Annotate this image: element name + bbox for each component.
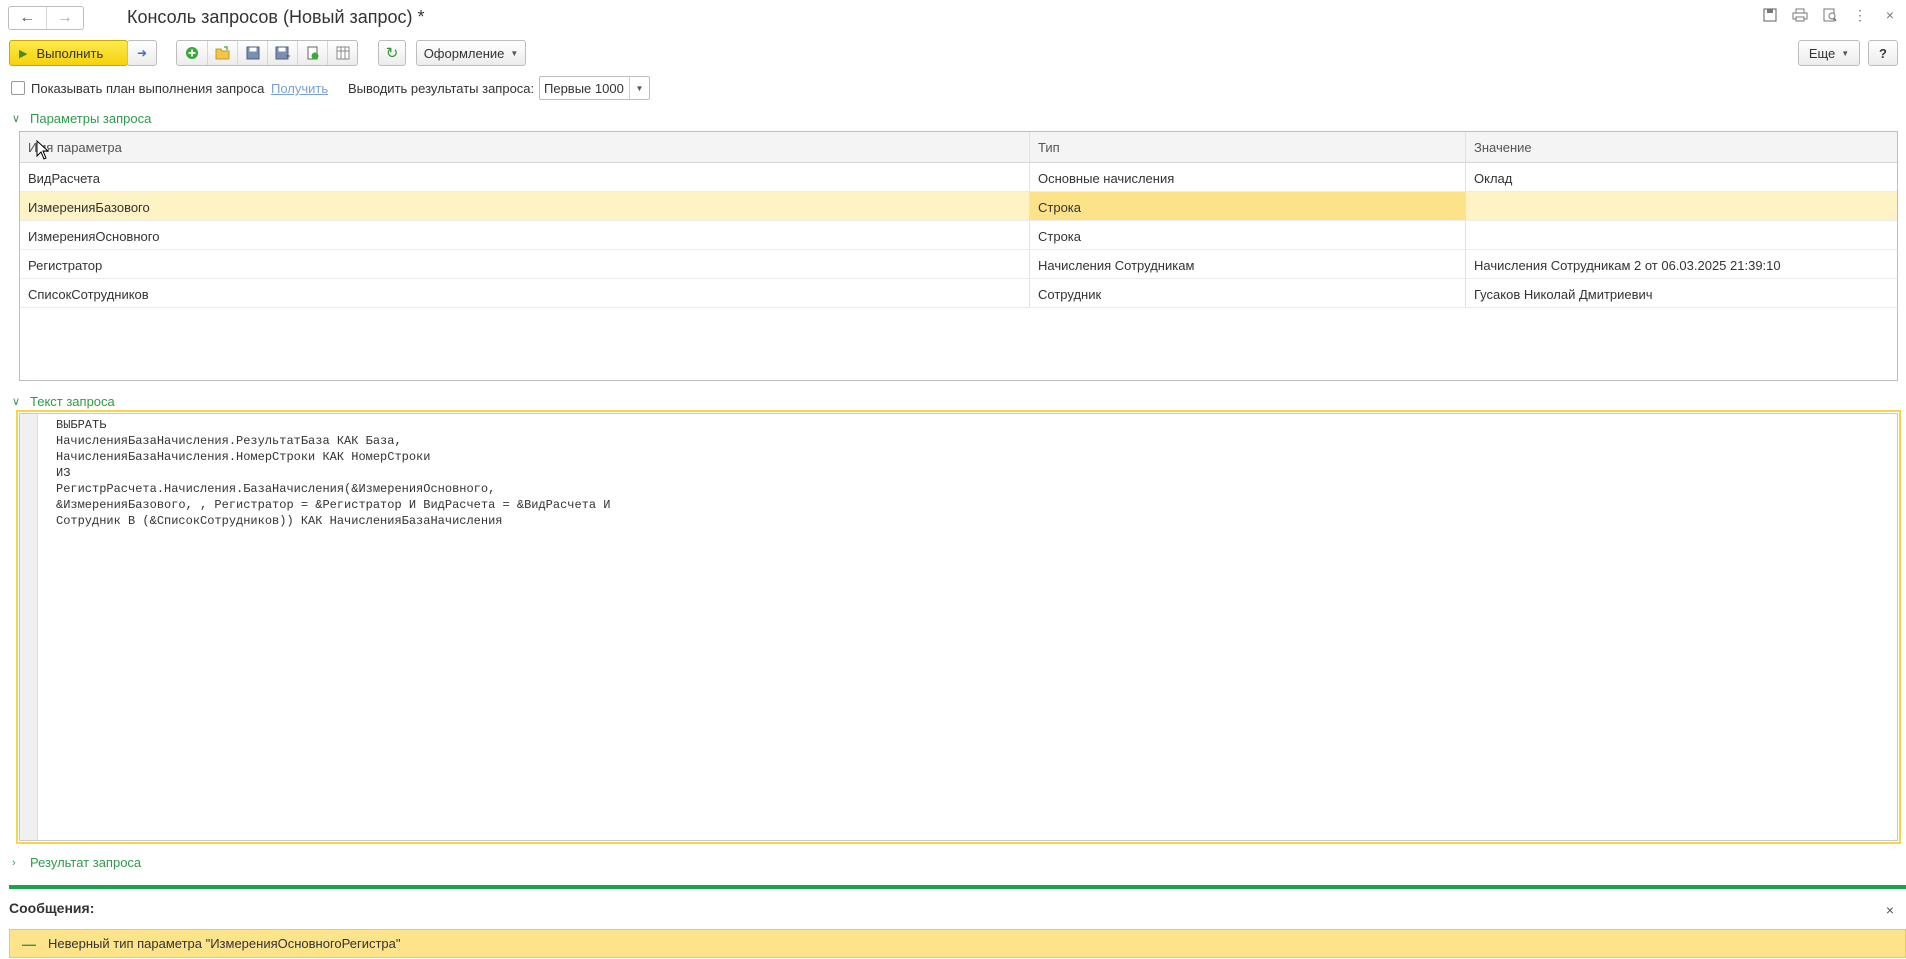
param-name[interactable]: ВидРасчета xyxy=(20,163,1030,191)
close-icon[interactable]: × xyxy=(1882,7,1898,23)
output-limit-value: Первые 1000 xyxy=(544,81,624,96)
close-icon[interactable]: × xyxy=(1886,902,1894,918)
chevron-down-icon: ∨ xyxy=(12,396,21,408)
param-name[interactable]: ИзмеренияБазового xyxy=(20,192,1030,220)
navigation-group: ← → xyxy=(8,6,84,30)
run-step-icon: ➜ xyxy=(136,46,148,60)
format-button-label: Оформление xyxy=(423,45,505,61)
query-section-title: Текст запроса xyxy=(30,394,115,409)
get-plan-link[interactable]: Получить xyxy=(271,81,328,96)
param-value[interactable] xyxy=(1466,192,1897,220)
chevron-down-icon: ∨ xyxy=(12,113,21,125)
result-section-header[interactable]: › Результат запроса xyxy=(12,855,141,870)
chevron-down-icon[interactable]: ▼ xyxy=(629,77,649,99)
param-name[interactable]: СписокСотрудников xyxy=(20,279,1030,307)
more-button-label: Еще xyxy=(1808,45,1836,61)
more-button[interactable]: Еще ▼ xyxy=(1798,40,1860,66)
help-button-label: ? xyxy=(1879,45,1887,61)
column-header-name[interactable]: Имя параметра xyxy=(20,132,1030,162)
query-section-header[interactable]: ∨ Текст запроса xyxy=(12,394,115,409)
param-name[interactable]: ИзмеренияОсновного xyxy=(20,221,1030,249)
column-header-value[interactable]: Значение xyxy=(1466,132,1897,162)
messages-divider xyxy=(9,885,1906,889)
column-header-type[interactable]: Тип xyxy=(1030,132,1466,162)
chevron-right-icon: › xyxy=(12,856,16,869)
table-row[interactable]: ИзмеренияБазового Строка xyxy=(20,192,1897,221)
chevron-down-icon: ▼ xyxy=(510,48,519,58)
back-arrow-icon[interactable]: ← xyxy=(9,7,46,29)
more-menu-icon[interactable]: ⋮ xyxy=(1852,7,1868,23)
param-type[interactable]: Строка xyxy=(1030,192,1466,220)
save-icon[interactable] xyxy=(1762,7,1778,23)
refresh-icon: ↻ xyxy=(385,45,399,62)
line-gutter xyxy=(20,414,38,840)
play-icon: ▶ xyxy=(19,47,28,60)
window-controls: ⋮ × xyxy=(1762,7,1898,23)
param-value[interactable] xyxy=(1466,221,1897,249)
params-section-header[interactable]: ∨ Параметры запроса xyxy=(12,111,151,126)
query-editor-area[interactable]: ВЫБРАТЬ НачисленияБазаНачисления.Результ… xyxy=(19,413,1898,841)
refresh-button[interactable]: ↻ xyxy=(378,40,406,66)
chevron-down-icon: ▼ xyxy=(1841,48,1850,58)
param-type[interactable]: Основные начисления xyxy=(1030,163,1466,191)
params-section-title: Параметры запроса xyxy=(30,111,152,126)
mouse-cursor-icon xyxy=(36,140,50,160)
open-folder-icon[interactable] xyxy=(207,41,237,65)
param-type[interactable]: Сотрудник xyxy=(1030,279,1466,307)
table-row[interactable]: СписокСотрудников Сотрудник Гусаков Нико… xyxy=(20,279,1897,308)
message-item[interactable]: — Неверный тип параметра "ИзмеренияОснов… xyxy=(9,929,1906,958)
show-plan-label: Показывать план выполнения запроса xyxy=(31,81,265,96)
param-value[interactable]: Гусаков Николай Дмитриевич xyxy=(1466,279,1897,307)
add-icon[interactable] xyxy=(177,41,207,65)
run-button[interactable]: ▶ Выполнить xyxy=(9,40,128,66)
preview-icon[interactable] xyxy=(1822,7,1838,23)
params-table: Имя параметра Тип Значение ВидРасчета Ос… xyxy=(19,131,1898,381)
param-name[interactable]: Регистратор xyxy=(20,250,1030,278)
table-icon[interactable] xyxy=(327,41,357,65)
save-file-icon[interactable] xyxy=(237,41,267,65)
output-limit-select[interactable]: Первые 1000 ▼ xyxy=(539,76,650,100)
print-icon[interactable] xyxy=(1792,7,1808,23)
table-header-row: Имя параметра Тип Значение xyxy=(20,132,1897,163)
run-button-label: Выполнить xyxy=(36,45,104,61)
param-value[interactable]: Начисления Сотрудникам 2 от 06.03.2025 2… xyxy=(1466,250,1897,278)
table-row[interactable]: ВидРасчета Основные начисления Оклад xyxy=(20,163,1897,192)
file-toolbar-group xyxy=(176,40,358,66)
messages-title: Сообщения: xyxy=(9,900,95,916)
param-type[interactable]: Строка xyxy=(1030,221,1466,249)
help-button[interactable]: ? xyxy=(1868,40,1898,66)
forward-arrow-icon[interactable]: → xyxy=(45,7,84,29)
table-row[interactable]: Регистратор Начисления Сотрудникам Начис… xyxy=(20,250,1897,279)
export-icon[interactable] xyxy=(297,41,327,65)
param-value[interactable]: Оклад xyxy=(1466,163,1897,191)
result-section-title: Результат запроса xyxy=(30,855,142,870)
message-text: Неверный тип параметра "ИзмеренияОсновно… xyxy=(48,936,401,951)
param-type[interactable]: Начисления Сотрудникам xyxy=(1030,250,1466,278)
format-dropdown-button[interactable]: Оформление ▼ xyxy=(416,40,526,66)
run-step-button[interactable]: ➜ xyxy=(127,40,157,66)
window-title: Консоль запросов (Новый запрос) * xyxy=(127,7,425,27)
save-as-icon[interactable] xyxy=(267,41,297,65)
show-plan-checkbox[interactable] xyxy=(11,81,25,95)
query-text[interactable]: ВЫБРАТЬ НачисленияБазаНачисления.Результ… xyxy=(56,417,611,529)
table-row[interactable]: ИзмеренияОсновного Строка xyxy=(20,221,1897,250)
query-text-editor[interactable]: ВЫБРАТЬ НачисленияБазаНачисления.Результ… xyxy=(16,410,1901,844)
message-marker-icon: — xyxy=(22,935,36,952)
output-results-label: Выводить результаты запроса: xyxy=(348,81,535,96)
